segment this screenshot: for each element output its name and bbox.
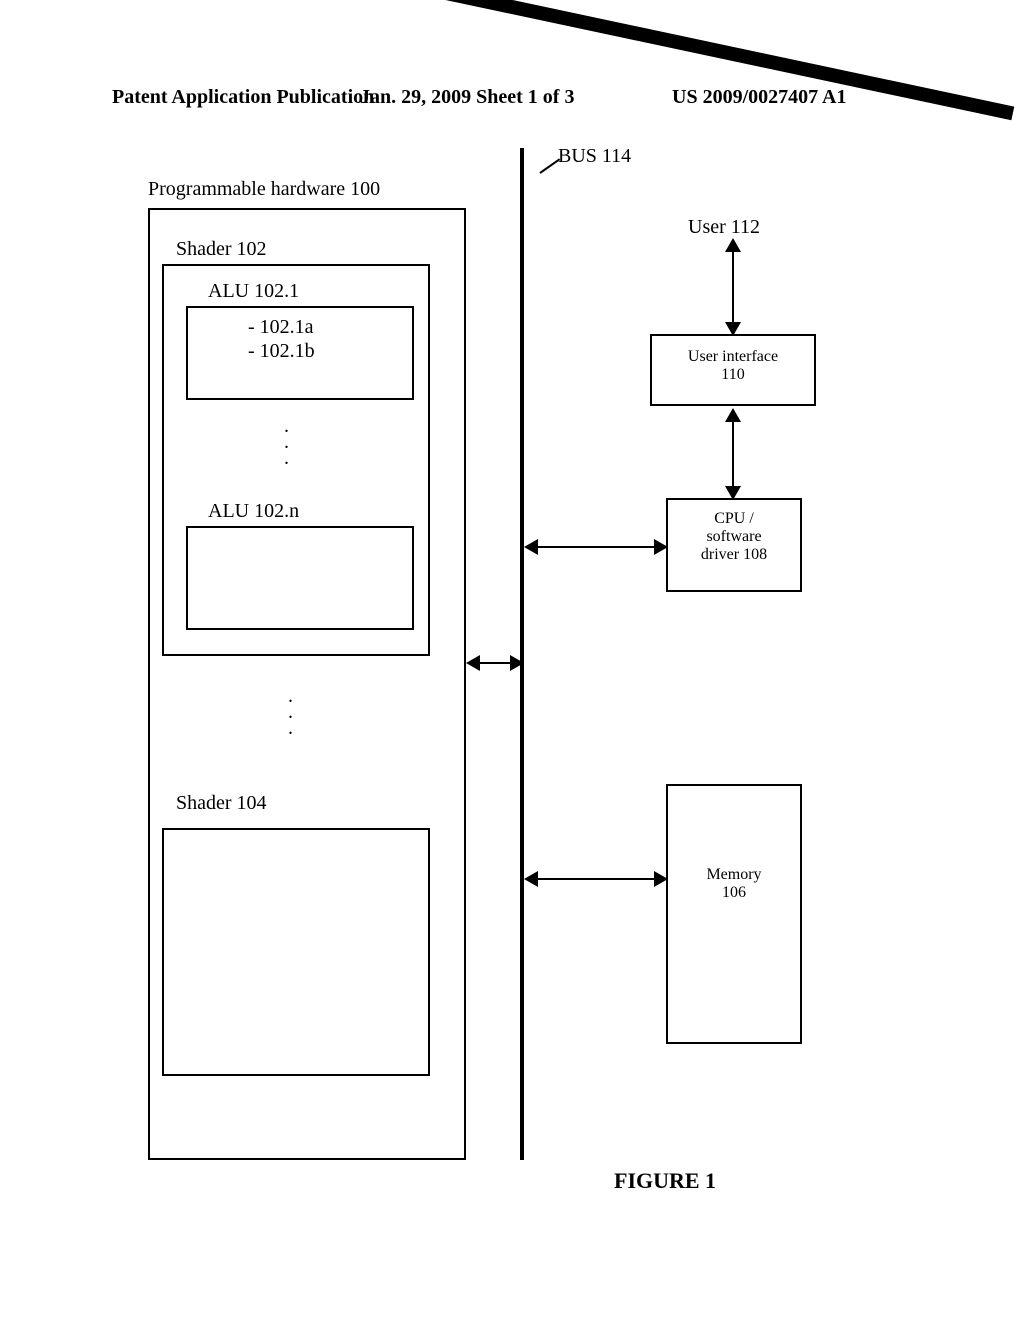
alu-1021b-label: - 102.1b <box>248 340 315 363</box>
arrow-cpu-bus-left <box>524 539 538 555</box>
ellipsis-shaders: ... <box>288 688 293 736</box>
ui-line2: 110 <box>652 366 814 384</box>
arrow-hw-bus-right <box>510 655 524 671</box>
alu-102n-label: ALU 102.n <box>208 500 299 523</box>
figure-label: FIGURE 1 <box>614 1168 716 1194</box>
header-pubnum: US 2009/0027407 A1 <box>672 86 846 109</box>
cpu-line2: software <box>668 528 800 546</box>
arrow-user-ui-down <box>725 322 741 336</box>
prog-hw-label: Programmable hardware 100 <box>148 178 380 201</box>
alu-1021-label: ALU 102.1 <box>208 280 299 303</box>
alu-1021a-label: - 102.1a <box>248 316 314 339</box>
arrow-cpu-bus-right <box>654 539 668 555</box>
cpu-line3: driver 108 <box>668 546 800 564</box>
arrow-mem-bus-left <box>524 871 538 887</box>
mem-line2: 106 <box>668 884 800 902</box>
arrow-ui-cpu-down <box>725 486 741 500</box>
arrow-mem-bus-right <box>654 871 668 887</box>
arrow-hw-bus-left <box>466 655 480 671</box>
cpu-driver-box: CPU / software driver 108 <box>666 498 802 592</box>
header-date-sheet: Jan. 29, 2009 Sheet 1 of 3 <box>360 86 574 109</box>
shader-104-label: Shader 104 <box>176 792 267 815</box>
mem-line1: Memory <box>668 866 800 884</box>
user-label: User 112 <box>688 216 760 239</box>
header-title: Patent Application Publication <box>112 86 374 109</box>
arrow-mem-bus <box>536 878 662 880</box>
bus-line <box>520 148 524 1160</box>
bus-label: BUS 114 <box>558 145 631 168</box>
patent-figure-page: Patent Application Publication Jan. 29, … <box>0 0 1024 1320</box>
shader-104-box <box>162 828 430 1076</box>
arrow-user-ui-up <box>725 238 741 252</box>
memory-box: Memory 106 <box>666 784 802 1044</box>
arrow-user-ui <box>732 248 734 332</box>
arrow-ui-cpu-up <box>725 408 741 422</box>
ui-line1: User interface <box>652 348 814 366</box>
cpu-line1: CPU / <box>668 510 800 528</box>
alu-102n-box <box>186 526 414 630</box>
arrow-cpu-bus <box>536 546 662 548</box>
user-interface-box: User interface 110 <box>650 334 816 406</box>
shader-102-label: Shader 102 <box>176 238 267 261</box>
arrow-ui-cpu <box>732 416 734 494</box>
ellipsis-alus: ... <box>284 418 289 466</box>
